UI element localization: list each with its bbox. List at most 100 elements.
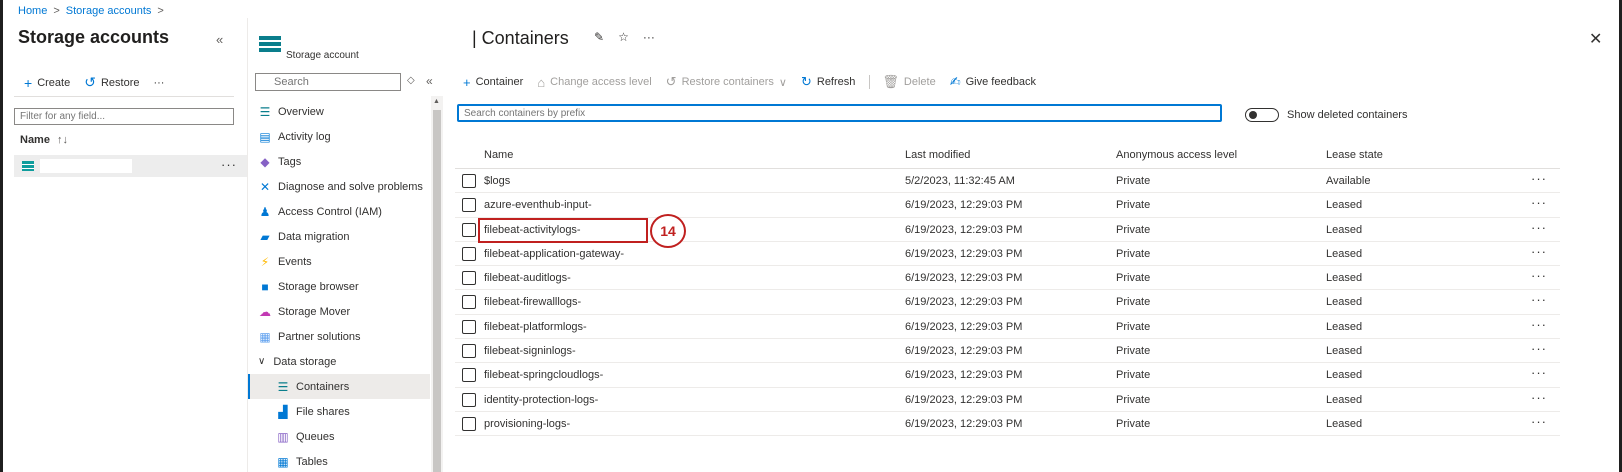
menu-item-file-shares[interactable]: ▟ File shares <box>248 399 430 424</box>
add-container-button[interactable]: + Container <box>463 75 523 90</box>
container-name-link[interactable]: identity-protection-logs- <box>484 394 598 406</box>
more-icon: ··· <box>153 76 165 89</box>
table-row[interactable]: filebeat-platformlogs- 6/19/2023, 12:29:0… <box>455 315 1560 340</box>
row-more-button[interactable]: ··· <box>1531 171 1547 186</box>
breadcrumb-storage-accounts[interactable]: Storage accounts <box>66 5 152 17</box>
menu-item-access-control[interactable]: ♟ Access Control (IAM) <box>248 199 430 224</box>
menu-item-activity-log[interactable]: ▤ Activity log <box>248 124 430 149</box>
create-button[interactable]: + Create <box>24 75 70 91</box>
container-name-link[interactable]: filebeat-platformlogs- <box>484 321 587 333</box>
table-icon: ▦ <box>277 454 289 469</box>
scroll-up-icon[interactable]: ▲ <box>433 98 440 105</box>
diamond-icon[interactable]: ◇ <box>407 75 415 86</box>
container-name-link[interactable]: filebeat-auditlogs- <box>484 272 571 284</box>
menu-item-label: Data migration <box>278 230 350 243</box>
pin-icon[interactable]: ✎ <box>594 30 604 44</box>
cloud-icon: ☁ <box>259 304 271 319</box>
table-row[interactable]: filebeat-auditlogs- 6/19/2023, 12:29:03 P… <box>455 266 1560 291</box>
row-more-button[interactable]: ··· <box>1531 365 1547 380</box>
close-icon[interactable]: ✕ <box>1589 29 1602 49</box>
menu-item-containers[interactable]: ☰ Containers <box>248 374 430 399</box>
add-container-label: Container <box>475 76 524 88</box>
row-more-button[interactable]: ··· <box>1531 292 1547 307</box>
row-checkbox[interactable] <box>462 344 476 359</box>
menu-item-storage-browser[interactable]: ■ Storage browser <box>248 274 430 299</box>
menu-item-diagnose[interactable]: ✕ Diagnose and solve problems <box>248 174 430 199</box>
scrollbar-thumb[interactable] <box>433 110 441 472</box>
row-more-button[interactable]: ··· <box>1531 341 1547 356</box>
breadcrumb-home[interactable]: Home <box>18 5 47 17</box>
container-name-link[interactable]: provisioning-logs- <box>484 418 570 430</box>
column-header-last-modified[interactable]: Last modified <box>905 149 970 161</box>
row-more-button[interactable]: ··· <box>1531 244 1547 259</box>
table-row[interactable]: filebeat-application-gateway- 6/19/2023, … <box>455 242 1560 267</box>
menu-scrollbar[interactable]: ▲ <box>431 96 443 472</box>
container-name-link[interactable]: filebeat-springcloudlogs- <box>484 369 603 381</box>
row-checkbox[interactable] <box>462 222 476 237</box>
container-name-link[interactable]: filebeat-signinlogs- <box>484 345 576 357</box>
row-more-button[interactable]: ··· <box>1531 195 1547 210</box>
table-row[interactable]: identity-protection-logs- 6/19/2023, 12:2… <box>455 388 1560 412</box>
menu-item-partner-solutions[interactable]: ▦ Partner solutions <box>248 324 430 349</box>
menu-item-overview[interactable]: ☰ Overview <box>248 99 430 124</box>
filter-input[interactable] <box>14 108 234 125</box>
column-header-access-level[interactable]: Anonymous access level <box>1116 149 1237 161</box>
table-row[interactable]: filebeat-signinlogs- 6/19/2023, 12:29:03 … <box>455 339 1560 364</box>
menu-item-queues[interactable]: ▥ Queues <box>248 424 430 449</box>
container-name-link[interactable]: $logs <box>484 175 510 187</box>
refresh-button[interactable]: ↻ Refresh <box>801 74 855 90</box>
menu-group-data-storage[interactable]: ∨ Data storage <box>248 349 430 374</box>
collapse-menu-button[interactable]: « <box>426 74 433 88</box>
column-header-lease-state[interactable]: Lease state <box>1326 149 1383 161</box>
column-header-name[interactable]: Name ↑↓ <box>20 134 68 146</box>
menu-item-storage-mover[interactable]: ☁ Storage Mover <box>248 299 430 324</box>
access-level-cell: Private <box>1116 175 1151 187</box>
row-more-button[interactable]: ··· <box>1531 220 1547 235</box>
more-icon[interactable]: ··· <box>643 30 655 44</box>
row-checkbox[interactable] <box>462 392 476 407</box>
more-actions-button[interactable]: ··· <box>153 77 164 89</box>
container-name-link[interactable]: azure-eventhub-input- <box>484 199 592 211</box>
delete-button[interactable]: 🗑 Delete <box>882 74 935 90</box>
container-name-link[interactable]: filebeat-firewalllogs- <box>484 296 581 308</box>
row-more-button[interactable]: ··· <box>1531 414 1547 429</box>
restore-containers-button[interactable]: ↺ Restore containers ∨ <box>666 74 787 90</box>
storage-account-row[interactable]: ··· <box>14 155 247 177</box>
restore-button[interactable]: ↺ Restore <box>84 74 139 91</box>
table-row[interactable]: provisioning-logs- 6/19/2023, 12:29:03 PM… <box>455 412 1560 437</box>
row-checkbox[interactable] <box>462 416 476 431</box>
row-more-button[interactable]: ··· <box>221 157 237 172</box>
menu-item-tags[interactable]: ◆ Tags <box>248 149 430 174</box>
menu-item-data-migration[interactable]: ▰ Data migration <box>248 224 430 249</box>
menu-item-events[interactable]: ⚡ Events <box>248 249 430 274</box>
star-icon[interactable]: ☆ <box>618 30 629 44</box>
search-containers-input[interactable] <box>457 104 1222 122</box>
row-more-button[interactable]: ··· <box>1531 317 1547 332</box>
lease-state-cell: Leased <box>1326 199 1363 212</box>
table-row[interactable]: filebeat-firewalllogs- 6/19/2023, 12:29:0… <box>455 290 1560 315</box>
row-more-button[interactable]: ··· <box>1531 268 1547 283</box>
container-name-link[interactable]: filebeat-application-gateway- <box>484 248 624 260</box>
window-edge-left <box>0 0 3 472</box>
table-row[interactable]: azure-eventhub-input- 6/19/2023, 12:29:03… <box>455 193 1560 218</box>
column-header-name[interactable]: Name <box>484 149 513 161</box>
row-checkbox[interactable] <box>462 271 476 286</box>
table-row[interactable]: $logs 5/2/2023, 11:32:45 AM Private Availab… <box>455 169 1560 194</box>
show-deleted-toggle[interactable] <box>1245 108 1279 122</box>
row-more-button[interactable]: ··· <box>1531 390 1547 405</box>
change-access-level-button[interactable]: ⌂ Change access level <box>537 75 651 90</box>
table-row[interactable]: filebeat-springcloudlogs- 6/19/2023, 12:2… <box>455 363 1560 388</box>
row-checkbox[interactable] <box>462 198 476 213</box>
row-checkbox[interactable] <box>462 295 476 310</box>
row-checkbox[interactable] <box>462 174 476 188</box>
row-checkbox[interactable] <box>462 319 476 334</box>
row-checkbox[interactable] <box>462 246 476 261</box>
collapse-blade-button[interactable]: « <box>216 32 223 47</box>
give-feedback-button[interactable]: ✍ Give feedback <box>950 74 1036 90</box>
last-modified-cell: 6/19/2023, 12:29:03 PM <box>905 345 1023 358</box>
menu-item-tables[interactable]: ▦ Tables <box>248 449 430 472</box>
last-modified-cell: 6/19/2023, 12:29:03 PM <box>905 393 1023 406</box>
access-level-cell: Private <box>1116 393 1151 406</box>
row-checkbox[interactable] <box>462 368 476 383</box>
menu-search-input[interactable] <box>255 73 401 91</box>
